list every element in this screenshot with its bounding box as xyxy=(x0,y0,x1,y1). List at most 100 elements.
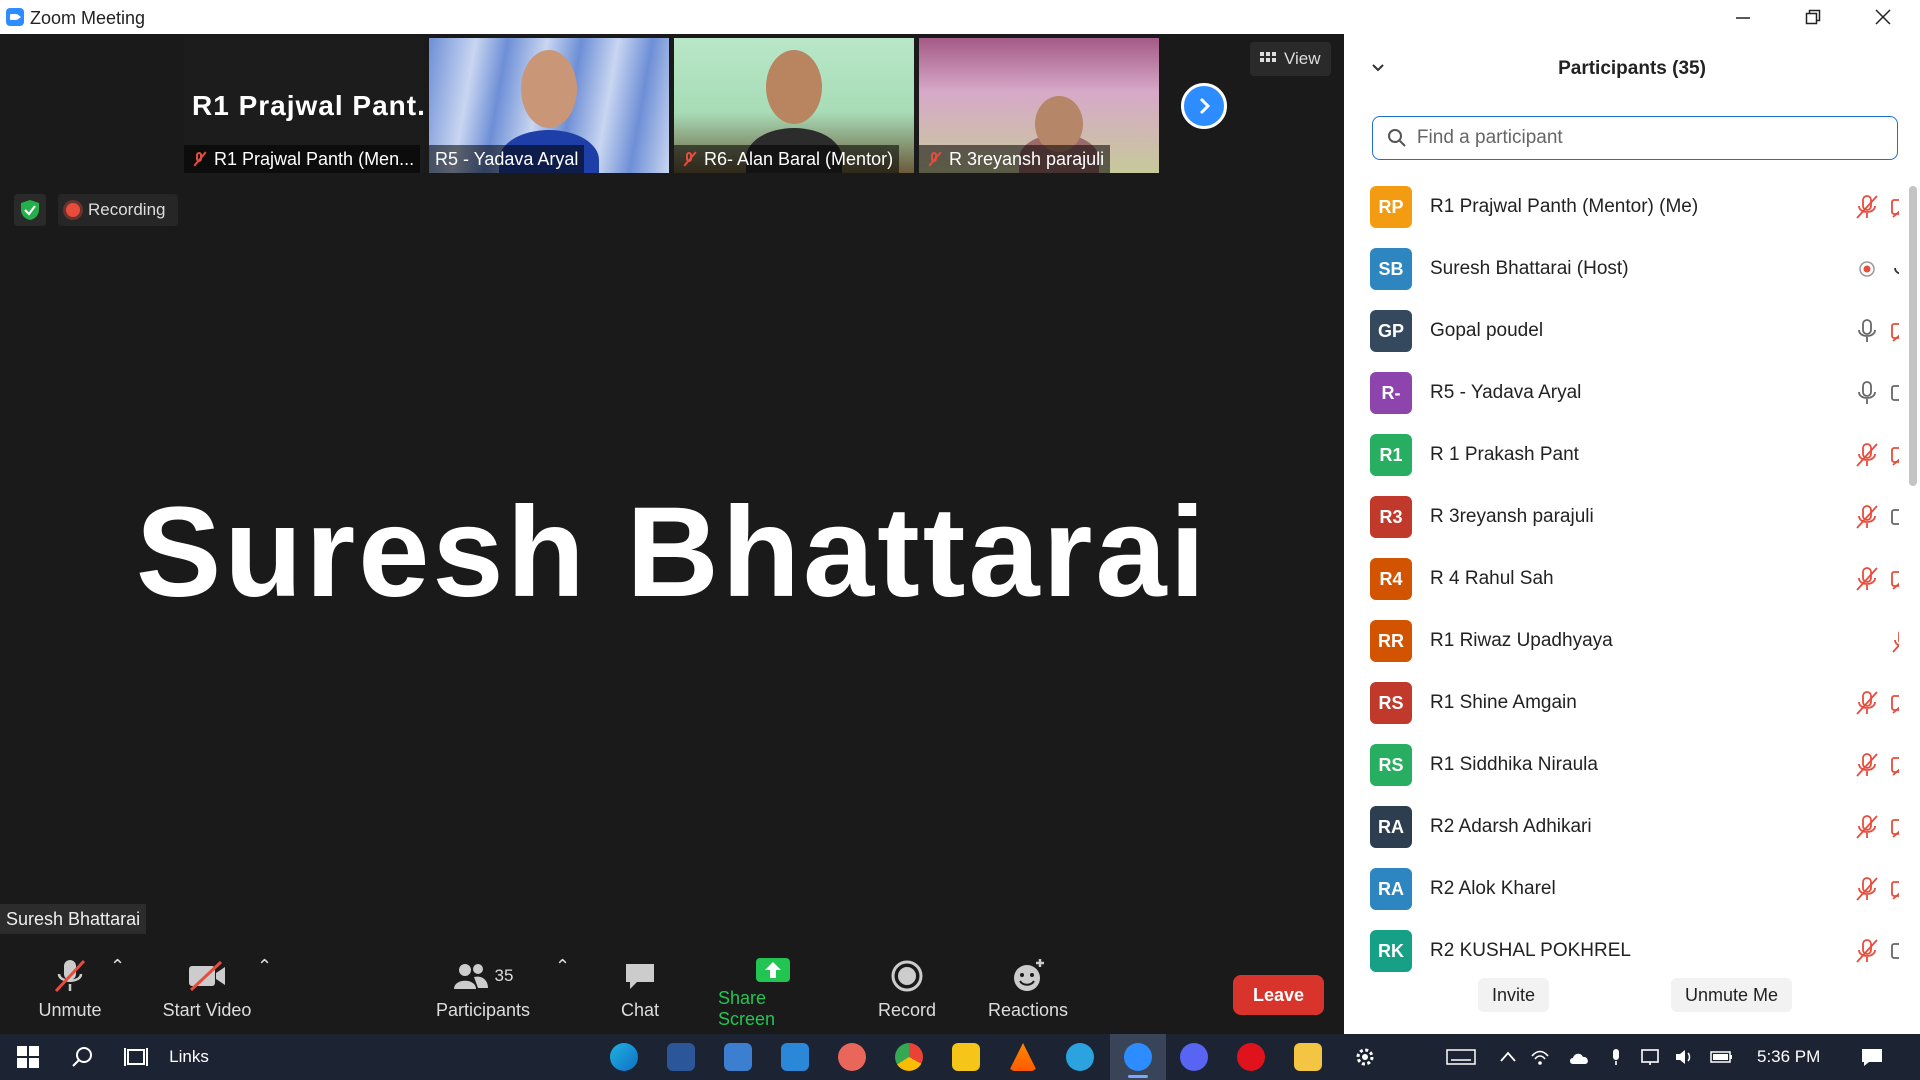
participant-name: R1 Shine Amgain xyxy=(1430,692,1577,713)
participant-name: R 1 Prakash Pant xyxy=(1430,444,1579,465)
chat-button[interactable]: Chat xyxy=(612,956,668,1030)
cloud-icon[interactable] xyxy=(1568,1048,1592,1066)
wifi-icon[interactable] xyxy=(1530,1048,1550,1066)
participant-row[interactable]: R3 R 3reyansh parajuli xyxy=(1344,486,1899,548)
discord-icon[interactable] xyxy=(1180,1043,1208,1071)
mail-icon[interactable] xyxy=(781,1043,809,1071)
participant-row[interactable]: RA R2 Alok Kharel xyxy=(1344,858,1899,920)
start-button[interactable] xyxy=(8,1034,48,1080)
reactions-icon xyxy=(1008,956,1048,996)
participant-row[interactable]: R1 R 1 Prakash Pant xyxy=(1344,424,1899,486)
video-tile[interactable]: R 3reyansh parajuli xyxy=(919,38,1159,173)
video-tile[interactable]: R6- Alan Baral (Mentor) xyxy=(674,38,914,173)
scrollbar-thumb[interactable] xyxy=(1909,186,1917,486)
taskbar-clock[interactable]: 5:36 PM xyxy=(1757,1047,1820,1067)
task-view-button[interactable] xyxy=(116,1034,156,1080)
participant-row[interactable]: RS R1 Siddhika Niraula xyxy=(1344,734,1899,796)
leave-button[interactable]: Leave xyxy=(1233,975,1324,1015)
next-page-button[interactable] xyxy=(1181,83,1227,129)
tray-chevron-up-icon[interactable] xyxy=(1498,1048,1518,1066)
participant-row[interactable]: R4 R 4 Rahul Sah xyxy=(1344,548,1899,610)
taskbar-search-button[interactable] xyxy=(62,1034,102,1080)
participant-name: R1 Siddhika Niraula xyxy=(1430,754,1598,775)
close-window-button[interactable] xyxy=(1848,0,1918,34)
mic-muted-icon xyxy=(1854,504,1880,530)
participant-name: R 3reyansh parajuli xyxy=(1430,506,1594,527)
participant-avatar: RA xyxy=(1370,806,1412,848)
participant-name: R2 Adarsh Adhikari xyxy=(1430,816,1592,837)
settings-button[interactable] xyxy=(1350,1034,1380,1080)
participants-button[interactable]: 35 Participants xyxy=(430,956,536,1030)
network-icon[interactable] xyxy=(1640,1048,1660,1066)
battery-icon[interactable] xyxy=(1710,1048,1734,1066)
file-explorer-icon[interactable] xyxy=(1294,1043,1322,1071)
reactions-button[interactable]: Reactions xyxy=(984,956,1072,1030)
zoom-icon[interactable] xyxy=(1124,1043,1152,1071)
tile-label-text: R5 - Yadava Aryal xyxy=(435,149,579,169)
participant-video-head xyxy=(766,50,822,124)
player-app-icon[interactable] xyxy=(952,1043,980,1071)
mic-muted-icon xyxy=(1890,628,1899,654)
video-tile[interactable]: R1 Prajwal Pant... R1 Prajwal Panth (Men… xyxy=(184,38,424,173)
participant-row[interactable]: GP Gopal poudel xyxy=(1344,300,1899,362)
task-view-icon xyxy=(124,1048,148,1066)
paint-icon[interactable] xyxy=(838,1043,866,1071)
participant-search[interactable] xyxy=(1372,116,1898,160)
recording-indicator[interactable]: Recording xyxy=(58,194,178,226)
search-input[interactable] xyxy=(1414,126,1897,150)
security-shield[interactable] xyxy=(14,194,46,226)
participants-options-caret[interactable]: ⌃ xyxy=(555,956,570,1030)
notifications-icon[interactable] xyxy=(1860,1048,1884,1066)
tile-name-label: R6- Alan Baral (Mentor) xyxy=(674,145,900,173)
participant-name: R 4 Rahul Sah xyxy=(1430,568,1554,589)
participant-row[interactable]: RS R1 Shine Amgain xyxy=(1344,672,1899,734)
opera-icon[interactable] xyxy=(1237,1043,1265,1071)
participant-row[interactable]: RA R2 Adarsh Adhikari xyxy=(1344,796,1899,858)
volume-icon[interactable] xyxy=(1674,1048,1694,1066)
microphone-icon[interactable] xyxy=(1606,1048,1626,1066)
participant-row[interactable]: R- R5 - Yadava Aryal xyxy=(1344,362,1899,424)
file-transfer-icon[interactable] xyxy=(724,1043,752,1071)
participant-row[interactable]: RP R1 Prajwal Panth (Mentor) (Me) xyxy=(1344,176,1899,238)
word-icon[interactable] xyxy=(667,1043,695,1071)
tile-name-label: R1 Prajwal Panth (Men... xyxy=(184,145,421,173)
audio-options-caret[interactable]: ⌃ xyxy=(110,956,125,1030)
participants-count: 35 xyxy=(494,966,514,985)
unmute-label: Unmute xyxy=(38,1000,102,1020)
gear-icon xyxy=(1356,1048,1374,1066)
vlc-icon[interactable] xyxy=(1009,1043,1037,1071)
video-off-icon xyxy=(1890,876,1899,902)
participant-row[interactable]: RR R1 Riwaz Upadhyaya xyxy=(1344,610,1899,672)
share-screen-button[interactable]: Share Screen xyxy=(718,956,828,1030)
participant-name: R1 Riwaz Upadhyaya xyxy=(1430,630,1613,651)
video-off-icon xyxy=(1890,194,1899,220)
participants-icon: 35 xyxy=(443,956,523,996)
minimize-button[interactable] xyxy=(1708,0,1778,34)
mic-muted-icon xyxy=(1854,194,1880,220)
unmute-button[interactable]: Unmute xyxy=(30,956,110,1030)
view-button[interactable]: View xyxy=(1250,42,1331,76)
edge-icon[interactable] xyxy=(610,1043,638,1071)
video-options-caret[interactable]: ⌃ xyxy=(257,956,272,1030)
participant-video-head xyxy=(1035,96,1083,152)
unmute-me-button[interactable]: Unmute Me xyxy=(1671,978,1793,1012)
shield-check-icon xyxy=(21,200,39,220)
chrome-icon[interactable] xyxy=(895,1043,923,1071)
participant-avatar: RR xyxy=(1370,620,1412,662)
participant-avatar: RA xyxy=(1370,868,1412,910)
participant-row[interactable]: SB Suresh Bhattarai (Host) xyxy=(1344,238,1899,300)
invite-button[interactable]: Invite xyxy=(1478,978,1550,1012)
telegram-icon[interactable] xyxy=(1066,1043,1094,1071)
chevron-right-icon xyxy=(1199,97,1211,115)
keyboard-icon[interactable] xyxy=(1446,1048,1476,1066)
links-toolbar[interactable]: Links xyxy=(164,1034,214,1080)
record-button[interactable]: Record xyxy=(876,956,938,1030)
participant-avatar: RK xyxy=(1370,930,1412,972)
participants-panel: Participants (35) RP R1 Prajwal Panth (Me… xyxy=(1344,34,1920,1034)
video-tile[interactable]: R5 - Yadava Aryal xyxy=(429,38,669,173)
start-video-button[interactable]: Start Video xyxy=(155,956,259,1030)
participant-row[interactable]: RK R2 KUSHAL POKHREL xyxy=(1344,920,1899,982)
mic-muted-icon xyxy=(1854,938,1880,964)
restore-button[interactable] xyxy=(1778,0,1848,34)
recording-status-icon xyxy=(1854,256,1880,282)
